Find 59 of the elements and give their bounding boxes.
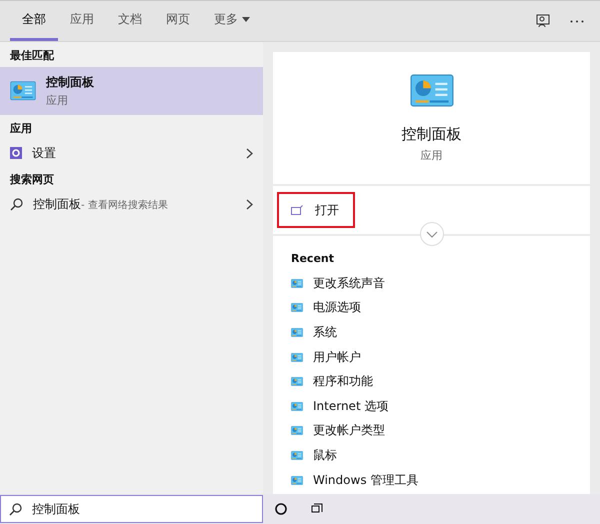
control-panel-icon xyxy=(291,426,303,436)
result-title: 设置 xyxy=(32,144,56,162)
search-field[interactable]: 控制面板 xyxy=(0,495,263,523)
recent-item-label: 更改系统声音 xyxy=(313,274,385,292)
search-icon xyxy=(10,198,23,210)
recent-item[interactable]: 用户帐户 xyxy=(273,344,590,370)
recent-item-label: 用户帐户 xyxy=(313,348,361,366)
recent-item[interactable]: Windows 管理工具 xyxy=(273,468,590,492)
recent-item[interactable]: 鼠标 xyxy=(273,443,590,468)
open-button[interactable]: 打开 xyxy=(277,192,355,228)
chevron-right-icon xyxy=(246,148,253,158)
search-tab[interactable]: 更多 xyxy=(202,1,262,41)
result-title: 控制面板 xyxy=(33,196,81,212)
control-panel-icon xyxy=(291,377,303,386)
chevron-right-icon xyxy=(246,198,253,210)
recent-heading: Recent xyxy=(290,251,336,267)
recent-item-label: Windows 管理工具 xyxy=(313,472,418,489)
result-title: 控制面板 xyxy=(46,74,95,91)
section-heading: 最佳匹配 xyxy=(9,48,55,64)
result-item[interactable]: 设置 xyxy=(0,140,263,166)
chevron-down-icon xyxy=(426,230,438,238)
result-item[interactable]: 控制面板 应用 xyxy=(0,67,263,115)
control-panel-icon xyxy=(291,328,303,337)
recent-item-label: 系统 xyxy=(313,324,337,341)
recent-item-label: Internet 选项 xyxy=(313,398,388,415)
more-button[interactable] xyxy=(570,20,584,22)
result-hint: - 查看网络搜索结果 xyxy=(81,198,168,212)
open-window-icon xyxy=(291,205,303,215)
section-heading: 搜索网页 xyxy=(8,172,55,188)
search-tab[interactable]: 网页 xyxy=(154,1,202,41)
search-icon xyxy=(9,503,22,516)
control-panel-icon xyxy=(291,352,303,362)
recent-item-label: 鼠标 xyxy=(313,446,337,464)
result-item[interactable]: 控制面板- 查看网络搜索结果 xyxy=(0,191,263,217)
recent-item[interactable]: 更改系统声音 xyxy=(273,271,590,296)
result-subtitle: 应用 xyxy=(46,93,69,108)
control-panel-icon xyxy=(10,81,36,101)
search-tab[interactable]: 文档 xyxy=(106,1,154,41)
recent-item[interactable]: 系统 xyxy=(273,320,590,345)
app-subtitle: 应用 xyxy=(420,148,442,162)
control-panel-icon xyxy=(410,74,454,106)
expand-button[interactable] xyxy=(420,222,444,246)
search-tab[interactable]: 应用 xyxy=(58,1,106,41)
control-panel-icon xyxy=(291,476,303,485)
app-title: 控制面板 xyxy=(402,124,462,144)
control-panel-icon xyxy=(291,402,303,411)
recent-item-label: 电源选项 xyxy=(313,299,361,316)
section-heading: 应用 xyxy=(8,121,33,137)
recent-item[interactable]: 电源选项 xyxy=(273,296,590,320)
caret-icon xyxy=(242,17,250,22)
recent-item-label: 更改帐户类型 xyxy=(313,422,385,440)
recent-item[interactable]: Internet 选项 xyxy=(273,394,590,419)
recent-item[interactable]: 程序和功能 xyxy=(273,369,590,394)
control-panel-icon xyxy=(291,450,303,460)
recent-item-label: 程序和功能 xyxy=(313,373,373,390)
control-panel-icon xyxy=(291,278,303,288)
control-panel-icon xyxy=(291,303,303,312)
recent-item[interactable]: 更改帐户类型 xyxy=(273,418,590,444)
feedback-button[interactable] xyxy=(536,14,550,28)
